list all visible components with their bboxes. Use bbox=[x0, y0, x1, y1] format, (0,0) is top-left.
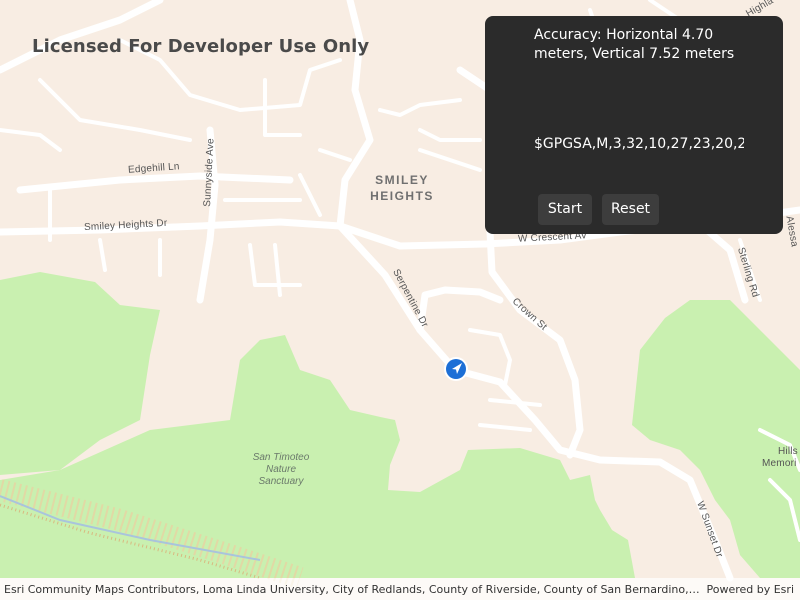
neighborhood-label-line2: HEIGHTS bbox=[370, 189, 434, 203]
park-label: San Timoteo Nature Sanctuary bbox=[236, 452, 326, 488]
powered-by-esri-link[interactable]: Powered by Esri bbox=[706, 583, 794, 596]
park-areas bbox=[0, 272, 800, 578]
place-label-memorial: Memori bbox=[762, 458, 797, 469]
developer-license-watermark: Licensed For Developer Use Only bbox=[32, 36, 370, 57]
accuracy-text: Accuracy: Horizontal 4.70 meters, Vertic… bbox=[534, 27, 735, 62]
nmea-sentence-text: $GPGSA,M,3,32,10,27,23,20,2... bbox=[534, 136, 744, 152]
location-info-panel: Accuracy: Horizontal 4.70 meters, Vertic… bbox=[485, 16, 783, 234]
attribution-bar: Esri Community Maps Contributors, Loma L… bbox=[0, 578, 800, 600]
place-label-hills: Hills bbox=[778, 446, 798, 457]
park-label-line2: Nature bbox=[265, 464, 296, 475]
start-button[interactable]: Start bbox=[538, 194, 592, 225]
neighborhood-label: SMILEY HEIGHTS bbox=[360, 172, 444, 204]
park-label-line3: Sanctuary bbox=[258, 476, 304, 487]
neighborhood-label-line1: SMILEY bbox=[375, 173, 429, 187]
reset-button[interactable]: Reset bbox=[602, 194, 659, 225]
navigation-arrow-icon bbox=[444, 357, 468, 381]
attribution-text[interactable]: Esri Community Maps Contributors, Loma L… bbox=[4, 583, 700, 596]
park-label-line1: San Timoteo bbox=[252, 452, 310, 463]
